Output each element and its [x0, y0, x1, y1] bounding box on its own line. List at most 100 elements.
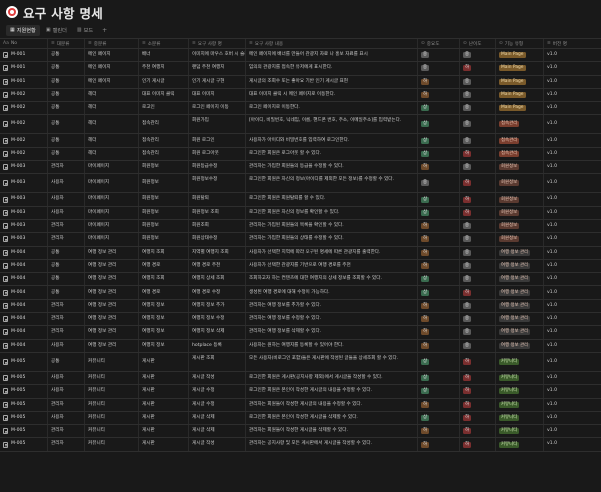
- cell-no[interactable]: M-002: [0, 147, 48, 161]
- cell-version[interactable]: v1.0: [544, 273, 601, 285]
- cell-major[interactable]: 관리자: [48, 313, 85, 326]
- cell-mid[interactable]: 여행 정보 관리: [85, 339, 139, 352]
- table-row[interactable]: M-002 공통 헤더 로고인 로그인 페이지 이동 로그인 페이지로 이동한다. 상 중 Ma…: [0, 102, 601, 116]
- column-header-name[interactable]: ≡ 요구 사항 명: [189, 39, 246, 48]
- table-row[interactable]: M-004 공통 여행 정보 관리 여행지 조회 여행지 상세 조회 조회하고자 하는 컨…: [0, 273, 601, 287]
- cell-difficulty[interactable]: 하: [460, 398, 496, 411]
- cell-name[interactable]: 여행지 정보 추가: [189, 299, 246, 313]
- cell-minor[interactable]: 배너: [139, 49, 189, 62]
- table-row[interactable]: M-003 관리자 마이페이지 회원정보 회원등급수정 관리자는 가입한 회원들의 등급을…: [0, 161, 601, 175]
- cell-major[interactable]: 공통: [48, 49, 85, 62]
- table-row[interactable]: M-004 공통 여행 정보 관리 여행 경로 여행 경로 주천 사용자가 선택한 관광지…: [0, 259, 601, 274]
- cell-no[interactable]: M-002: [0, 134, 48, 147]
- cell-major[interactable]: 관리자: [48, 161, 85, 174]
- cell-mid[interactable]: 헤더: [85, 134, 139, 147]
- cell-difficulty[interactable]: 하: [460, 206, 496, 219]
- cell-version[interactable]: v1.0: [544, 148, 601, 160]
- cell-version[interactable]: v1.0: [544, 247, 601, 259]
- cell-no[interactable]: M-005: [0, 425, 48, 438]
- cell-type[interactable]: 여행 정보 관리: [496, 339, 544, 352]
- cell-priority[interactable]: 상: [418, 115, 460, 134]
- column-header-no[interactable]: Aa No: [0, 39, 48, 48]
- table-row[interactable]: M-002 공통 헤더 접속관리 회원 로그아웃 로그인한 회원은 로그아웃 할 수 있다…: [0, 147, 601, 162]
- cell-no[interactable]: M-001: [0, 62, 48, 75]
- cell-no[interactable]: M-005: [0, 352, 48, 371]
- cell-major[interactable]: 공통: [48, 115, 85, 134]
- cell-minor[interactable]: 인기 게시글: [139, 75, 189, 88]
- cell-version[interactable]: v1.0: [544, 76, 601, 88]
- cell-name[interactable]: 회원정보 조회: [189, 206, 246, 219]
- cell-mid[interactable]: 마이페이지: [85, 219, 139, 233]
- cell-version[interactable]: v1.0: [544, 399, 601, 411]
- cell-name[interactable]: 회원가입: [189, 115, 246, 134]
- cell-mid[interactable]: 헤더: [85, 147, 139, 161]
- cell-priority[interactable]: 하: [418, 259, 460, 273]
- cell-desc[interactable]: 관리자는 공지사항 및 모든 게시판에서 게시글을 작성할 수 있다.: [246, 438, 418, 451]
- cell-desc[interactable]: 사용자가 선택한 지역에 따라 오구된 명세에 따른 관광지를 출력한다.: [246, 246, 418, 259]
- cell-mid[interactable]: 헤더: [85, 102, 139, 115]
- cell-name[interactable]: 지역별 여행지 조회: [189, 246, 246, 259]
- cell-desc[interactable]: 관리자는 여행 정보를 삭제할 수 있다.: [246, 326, 418, 339]
- cell-no[interactable]: M-005: [0, 438, 48, 451]
- cell-difficulty[interactable]: 중: [460, 49, 496, 62]
- cell-desc[interactable]: 관리자는 여행 정보를 수정할 수 있다.: [246, 313, 418, 326]
- cell-version[interactable]: v1.0: [544, 174, 601, 192]
- cell-no[interactable]: M-003: [0, 233, 48, 246]
- cell-priority[interactable]: 상: [418, 273, 460, 286]
- table-row[interactable]: M-003 사용자 마이페이지 회원정보 회원정보 조회 로그인한 회원은 자신의 정보를…: [0, 206, 601, 220]
- cell-difficulty[interactable]: 하: [460, 371, 496, 385]
- cell-priority[interactable]: 하: [418, 246, 460, 259]
- cell-desc[interactable]: 로그인한 회원은 게시판(공지사항 제외)에서 게시글을 작성할 수 있다.: [246, 371, 418, 385]
- cell-mid[interactable]: 커뮤니티: [85, 371, 139, 385]
- cell-difficulty[interactable]: 중: [460, 115, 496, 134]
- cell-type[interactable]: 커뮤니티: [496, 398, 544, 411]
- cell-difficulty[interactable]: 하: [460, 62, 496, 75]
- cell-type[interactable]: 여행 정보 관리: [496, 299, 544, 313]
- cell-priority[interactable]: 상: [418, 352, 460, 371]
- cell-mid[interactable]: 마이페이지: [85, 174, 139, 193]
- cell-major[interactable]: 사용자: [48, 206, 85, 219]
- cell-priority[interactable]: 하: [418, 233, 460, 246]
- cell-priority[interactable]: 하: [418, 88, 460, 102]
- cell-difficulty[interactable]: 하: [460, 286, 496, 299]
- cell-type[interactable]: Main Page: [496, 49, 544, 62]
- cell-minor[interactable]: 게시판: [139, 352, 189, 371]
- cell-minor[interactable]: 게시판: [139, 385, 189, 398]
- cell-name[interactable]: 게시판 조회: [189, 352, 246, 371]
- cell-mid[interactable]: 여행 정보 관리: [85, 273, 139, 286]
- cell-major[interactable]: 관리자: [48, 438, 85, 451]
- cell-desc[interactable]: 로그인한 회원은 본인이 작성한 게시글을 삭제할 수 있다.: [246, 411, 418, 425]
- cell-difficulty[interactable]: 하: [460, 147, 496, 161]
- cell-minor[interactable]: 회원정보: [139, 193, 189, 206]
- cell-no[interactable]: M-003: [0, 161, 48, 174]
- table-row[interactable]: M-005 사용자 커뮤니티 게시판 게시글 작성 로그인한 회원은 게시판(공지사항 제…: [0, 371, 601, 386]
- cell-mid[interactable]: 여행 정보 관리: [85, 299, 139, 313]
- cell-version[interactable]: v1.0: [544, 134, 601, 146]
- cell-minor[interactable]: 게시판: [139, 425, 189, 438]
- cell-name[interactable]: 회원정보수정: [189, 174, 246, 193]
- cell-no[interactable]: M-004: [0, 339, 48, 352]
- cell-mid[interactable]: 마이페이지: [85, 193, 139, 206]
- cell-difficulty[interactable]: 하: [460, 411, 496, 425]
- cell-type[interactable]: 접속관리: [496, 147, 544, 161]
- cell-major[interactable]: 관리자: [48, 326, 85, 339]
- cell-mid[interactable]: 커뮤니티: [85, 438, 139, 451]
- cell-desc[interactable]: 관리자는 회원들이 작성한 게시글의 내용을 수정할 수 있다.: [246, 398, 418, 411]
- cell-version[interactable]: v1.0: [544, 385, 601, 397]
- cell-difficulty[interactable]: 하: [460, 425, 496, 438]
- cell-type[interactable]: Main Page: [496, 62, 544, 75]
- cell-no[interactable]: M-001: [0, 75, 48, 88]
- cell-version[interactable]: v1.0: [544, 425, 601, 437]
- cell-name[interactable]: 게시글 삭제: [189, 411, 246, 425]
- table-row[interactable]: M-002 공통 헤더 대표 이미지 클릭 대표 이미지 대표 이미지 클릭 시 메인 페…: [0, 88, 601, 103]
- table-row[interactable]: M-004 관리자 여행 정보 관리 여행지 정보 여행지 정보 수정 관리자는 여행 정…: [0, 313, 601, 327]
- cell-priority[interactable]: 하: [418, 425, 460, 438]
- cell-name[interactable]: 랜덤 주천 여행지: [189, 62, 246, 75]
- cell-name[interactable]: 여행 경로 수정: [189, 286, 246, 299]
- cell-mid[interactable]: 마이페이지: [85, 161, 139, 174]
- cell-name[interactable]: 여행지 상세 조회: [189, 273, 246, 286]
- cell-no[interactable]: M-005: [0, 385, 48, 398]
- cell-major[interactable]: 사용자: [48, 385, 85, 398]
- cell-minor[interactable]: 게시판: [139, 438, 189, 451]
- cell-desc[interactable]: 게시글의 조회수 또는 좋아요 기반 인기 게시글 표현: [246, 75, 418, 88]
